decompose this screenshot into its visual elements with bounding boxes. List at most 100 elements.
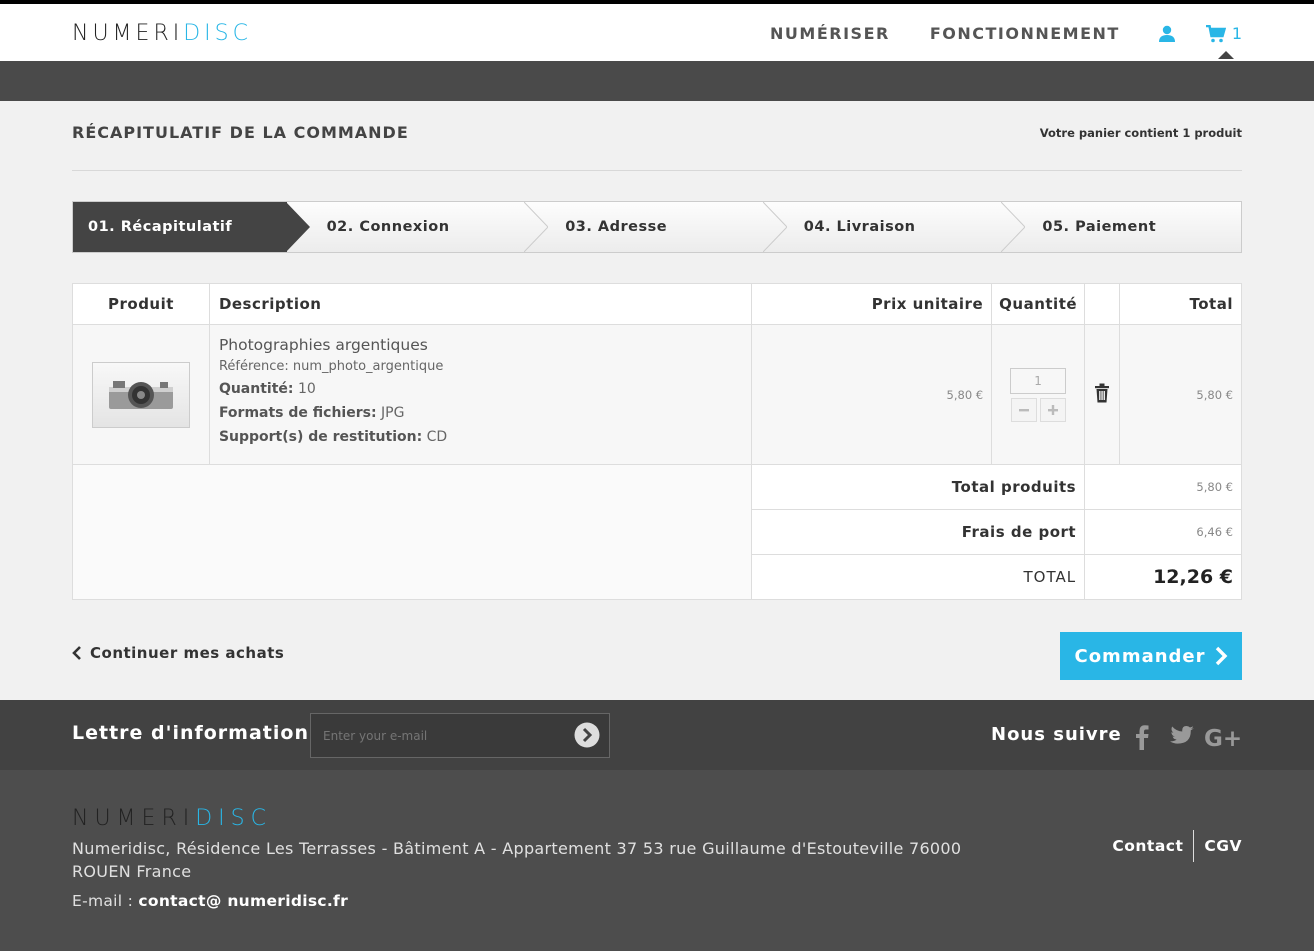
col-description: Description bbox=[208, 283, 753, 325]
order-label: Commander bbox=[1074, 645, 1206, 667]
footer-logo-part2: DISC bbox=[195, 806, 272, 831]
footer-divider bbox=[1193, 830, 1195, 862]
nav-fonctionnement[interactable]: FONCTIONNEMENT bbox=[930, 24, 1120, 43]
col-quantity: Quantité bbox=[991, 283, 1086, 325]
nav-numeriser[interactable]: NUMÉRISER bbox=[770, 24, 890, 43]
step-livraison[interactable]: 04. Livraison bbox=[764, 202, 1026, 252]
increase-button[interactable] bbox=[1039, 397, 1066, 422]
qty-label: Quantité: bbox=[218, 381, 294, 397]
product-support-line: Support(s) de restitution: CD bbox=[219, 425, 742, 449]
plus-icon bbox=[1047, 404, 1058, 415]
trash-icon[interactable] bbox=[1094, 383, 1110, 403]
product-reference: Référence: num_photo_argentique bbox=[218, 359, 444, 374]
total-products-label: Total produits bbox=[751, 464, 1086, 510]
total-value: 12,26 € bbox=[1084, 554, 1242, 600]
google-plus-icon: G+ bbox=[1204, 726, 1242, 750]
step-connexion[interactable]: 02. Connexion bbox=[287, 202, 549, 252]
col-delete bbox=[1084, 283, 1121, 325]
user-icon[interactable] bbox=[1158, 25, 1176, 43]
cart-link[interactable]: 1 bbox=[1205, 24, 1242, 43]
product-formats-line: Formats de fichiers: JPG bbox=[219, 401, 742, 425]
step-label: 02. Connexion bbox=[326, 219, 450, 235]
quantity-stepper bbox=[992, 397, 1084, 422]
logo-part1: NUMERI bbox=[72, 21, 184, 46]
total-products-value: 5,80 € bbox=[1084, 464, 1242, 510]
line-total: 5,80 € bbox=[1119, 324, 1242, 465]
step-label: 05. Paiement bbox=[1042, 219, 1157, 235]
product-name[interactable]: Photographies argentiques bbox=[219, 333, 742, 357]
footer-logo-part1: NUMERI bbox=[72, 806, 196, 831]
col-product: Produit bbox=[72, 283, 210, 325]
twitter-icon bbox=[1170, 726, 1194, 744]
newsletter-bar: Lettre d'informations Nous suivre G+ bbox=[0, 700, 1314, 770]
footer-address: Numeridisc, Résidence Les Terrasses - Bâ… bbox=[72, 839, 962, 881]
footer-link-cgv[interactable]: CGV bbox=[1204, 837, 1242, 855]
page-title: RÉCAPITULATIF DE LA COMMANDE bbox=[72, 123, 409, 142]
continue-shopping-link[interactable]: Continuer mes achats bbox=[72, 644, 284, 662]
header-band bbox=[0, 61, 1314, 101]
shipping-value: 6,46 € bbox=[1084, 509, 1242, 555]
step-label: 04. Livraison bbox=[803, 219, 916, 235]
summary-products-row: Total produits 5,80 € bbox=[71, 464, 1242, 600]
product-description: Photographies argentiques Référence: num… bbox=[208, 324, 753, 465]
unit-price: 5,80 € bbox=[751, 324, 993, 465]
shipping-label: Frais de port bbox=[751, 509, 1086, 555]
quantity-cell: 1 bbox=[991, 324, 1086, 465]
newsletter-title: Lettre d'informations bbox=[72, 722, 322, 744]
newsletter-email-input[interactable] bbox=[310, 713, 610, 758]
step-recapitulatif[interactable]: 01. Récapitulatif bbox=[73, 202, 310, 252]
chevron-right-icon bbox=[1215, 646, 1227, 666]
main-content: RÉCAPITULATIF DE LA COMMANDE Votre panie… bbox=[71, 101, 1242, 680]
site-footer: NUMERIDISC Numeridisc, Résidence Les Ter… bbox=[0, 770, 1314, 951]
decrease-button[interactable] bbox=[1010, 397, 1037, 422]
arrow-circle-right-icon bbox=[574, 722, 600, 748]
product-thumbnail[interactable] bbox=[91, 361, 190, 428]
cart-count: 1 bbox=[1231, 24, 1242, 43]
col-unit-price: Prix unitaire bbox=[751, 283, 993, 325]
cart-table: Produit Description Prix unitaire Quanti… bbox=[71, 283, 1242, 600]
cart-caret bbox=[1218, 51, 1234, 59]
logo[interactable]: NUMERIDISC bbox=[72, 21, 252, 46]
chevron-left-icon bbox=[72, 646, 81, 660]
logo-part2: DISC bbox=[183, 21, 252, 46]
step-adresse[interactable]: 03. Adresse bbox=[525, 202, 787, 252]
camera-icon bbox=[108, 380, 173, 409]
continue-label: Continuer mes achats bbox=[90, 644, 285, 662]
main-nav: NUMÉRISER FONCTIONNEMENT 1 bbox=[730, 24, 1242, 43]
formats-label: Formats de fichiers: bbox=[218, 405, 377, 421]
facebook-link[interactable] bbox=[1133, 724, 1151, 750]
title-row: RÉCAPITULATIF DE LA COMMANDE Votre panie… bbox=[72, 101, 1242, 171]
google-plus-link[interactable]: G+ bbox=[1204, 724, 1242, 750]
cart-icon bbox=[1205, 24, 1226, 42]
email-label: E-mail : bbox=[72, 892, 134, 910]
support-label: Support(s) de restitution: bbox=[218, 429, 423, 445]
footer-email-line: E-mail : contact@ numeridisc.fr bbox=[72, 892, 348, 910]
product-qty-line: Quantité: 10 bbox=[219, 377, 742, 401]
product-image-cell bbox=[72, 324, 210, 465]
site-header: NUMERIDISC NUMÉRISER FONCTIONNEMENT 1 bbox=[0, 4, 1314, 61]
checkout-steps: 01. Récapitulatif 02. Connexion 03. Adre… bbox=[72, 201, 1242, 253]
svg-text:G+: G+ bbox=[1204, 726, 1242, 750]
email-link[interactable]: contact@ numeridisc.fr bbox=[138, 892, 348, 910]
twitter-link[interactable] bbox=[1169, 724, 1195, 748]
delete-cell bbox=[1084, 324, 1121, 465]
facebook-icon bbox=[1136, 725, 1149, 750]
footer-logo: NUMERIDISC bbox=[72, 806, 272, 831]
quantity-input[interactable]: 1 bbox=[1010, 367, 1067, 394]
table-header: Produit Description Prix unitaire Quanti… bbox=[72, 283, 1242, 325]
minus-icon bbox=[1018, 408, 1029, 411]
newsletter-submit-button[interactable] bbox=[574, 722, 600, 752]
step-label: 03. Adresse bbox=[565, 219, 668, 235]
qty-value: 10 bbox=[297, 381, 316, 397]
summary-spacer bbox=[71, 464, 753, 600]
table-row: Photographies argentiques Référence: num… bbox=[72, 324, 1242, 465]
order-button[interactable]: Commander bbox=[1060, 632, 1242, 680]
col-total: Total bbox=[1119, 283, 1242, 325]
cart-summary: Votre panier contient 1 produit bbox=[1039, 126, 1242, 140]
step-paiement[interactable]: 05. Paiement bbox=[1002, 202, 1241, 252]
footer-links: Contact CGV bbox=[1112, 830, 1242, 862]
formats-value: JPG bbox=[381, 405, 405, 421]
total-label: TOTAL bbox=[751, 554, 1086, 600]
footer-link-contact[interactable]: Contact bbox=[1112, 837, 1183, 855]
follow-title: Nous suivre bbox=[991, 724, 1122, 745]
